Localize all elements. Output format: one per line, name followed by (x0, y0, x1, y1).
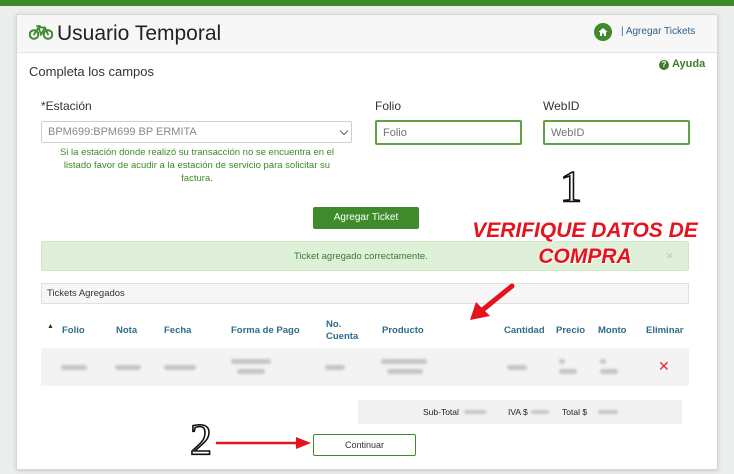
col-fecha[interactable]: Fecha (164, 325, 191, 337)
tickets-panel-title: Tickets Agregados (41, 283, 689, 304)
redacted-forma-pago (231, 359, 271, 364)
estacion-select[interactable]: BPM699:BPM699 BP ERMITA (41, 121, 352, 143)
chevron-down-icon (339, 126, 349, 136)
col-cantidad[interactable]: Cantidad (504, 325, 545, 337)
agregar-ticket-button[interactable]: Agregar Ticket (313, 207, 419, 229)
col-monto[interactable]: Monto (598, 325, 627, 337)
step-1-marker: 1 (559, 161, 583, 212)
redacted-nota (115, 365, 141, 370)
callout-arrow-icon (470, 283, 515, 320)
top-accent-bar (0, 0, 734, 6)
webid-input[interactable] (543, 120, 690, 145)
continuar-arrow-icon (216, 437, 311, 449)
col-no-cuenta[interactable]: No. Cuenta (326, 319, 366, 343)
agregar-tickets-link[interactable]: | Agregar Tickets (621, 26, 695, 37)
totals-bar: Sub-Total IVA $ Total $ (358, 400, 682, 424)
delete-icon[interactable]: ✕ (658, 358, 670, 375)
redacted-cantidad (507, 365, 527, 370)
redacted-subtotal (464, 410, 486, 414)
alert-message: Ticket agregado correctamente. (294, 251, 428, 262)
ayuda-label: Ayuda (672, 58, 706, 70)
col-eliminar[interactable]: Eliminar (646, 325, 684, 337)
redacted-producto-2 (387, 369, 423, 374)
redacted-precio-2 (559, 369, 577, 374)
total-label: Total $ (562, 407, 588, 417)
col-folio[interactable]: Folio (62, 325, 85, 337)
estacion-label: *Estación (41, 99, 92, 113)
webid-label: WebID (543, 99, 580, 113)
question-icon: ? (659, 60, 669, 70)
subtotal-label: Sub-Total (423, 407, 459, 417)
redacted-cuenta (325, 365, 345, 370)
redacted-monto (600, 359, 606, 364)
home-button[interactable] (594, 23, 612, 41)
col-nota[interactable]: Nota (116, 325, 137, 337)
redacted-folio (61, 365, 87, 370)
page-title: Usuario Temporal (57, 22, 222, 45)
col-producto[interactable]: Producto (382, 325, 424, 337)
estacion-value: BPM699:BPM699 BP ERMITA (48, 126, 197, 138)
folio-input[interactable] (375, 120, 522, 145)
verifique-callout: VERIFIQUE DATOS DE COMPRA (472, 219, 698, 268)
sort-asc-icon[interactable]: ▲ (47, 321, 54, 333)
redacted-iva (531, 410, 549, 414)
bicycle-icon (29, 25, 53, 40)
redacted-total (598, 410, 618, 414)
step-2-marker: 2 (189, 414, 213, 465)
redacted-monto-2 (600, 369, 618, 374)
page-header: Usuario Temporal | Agregar Tickets (17, 15, 717, 53)
continuar-button[interactable]: Continuar (313, 434, 416, 456)
redacted-fecha (164, 365, 196, 370)
tickets-table: ▲ Folio Nota Fecha Forma de Pago No. Cue… (41, 309, 689, 395)
home-icon (598, 28, 608, 36)
form-subtitle: Completa los campos (29, 64, 154, 79)
redacted-producto (381, 359, 427, 364)
col-forma-pago[interactable]: Forma de Pago (231, 325, 300, 337)
folio-label: Folio (375, 99, 402, 113)
ayuda-link[interactable]: ? Ayuda (659, 58, 705, 70)
estacion-help-text: Si la estación donde realizó su transacc… (59, 147, 335, 184)
iva-label: IVA $ (508, 407, 528, 417)
col-precio[interactable]: Precio (556, 325, 585, 337)
redacted-precio (559, 359, 565, 364)
redacted-forma-pago-2 (237, 369, 265, 374)
table-row: ✕ (41, 348, 689, 386)
